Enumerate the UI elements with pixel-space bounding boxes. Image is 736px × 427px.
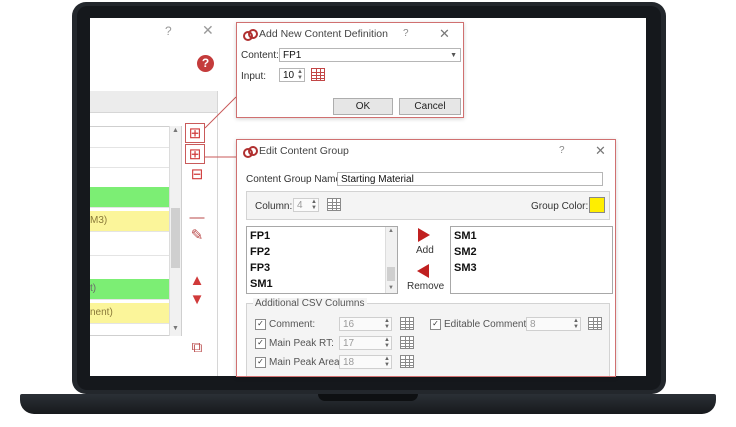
content-select[interactable]: FP1 ▼ <box>279 48 461 62</box>
table-picker-icon[interactable] <box>588 317 602 330</box>
spinner-arrows-icon[interactable]: ▲ ▼ <box>311 199 317 211</box>
table-picker-icon[interactable] <box>400 355 414 368</box>
scroll-down-icon[interactable]: ▼ <box>388 285 394 291</box>
comment-checkbox[interactable]: ✓ <box>255 319 266 330</box>
app-logo-icon <box>243 146 258 158</box>
input-stepper[interactable]: 10 ▲ ▼ <box>279 68 305 82</box>
table-picker-icon[interactable] <box>400 336 414 349</box>
list-item[interactable]: FP3 <box>250 262 270 274</box>
column-label: Column: <box>255 201 293 212</box>
input-label: Input: <box>241 71 267 82</box>
add-button-label[interactable]: Add <box>416 245 434 256</box>
group-color-label: Group Color: <box>531 201 589 212</box>
scroll-up-icon[interactable]: ▲ <box>388 228 394 234</box>
main-peak-area-stepper[interactable]: 18 ▲ ▼ <box>339 355 392 369</box>
callout-line-add <box>204 96 237 129</box>
main-peak-rt-checkbox[interactable]: ✓ <box>255 338 266 349</box>
editable-comment-checkbox[interactable]: ✓ <box>430 319 441 330</box>
main-peak-rt-stepper[interactable]: 17 ▲ ▼ <box>339 336 392 350</box>
main-peak-rt-value: 17 <box>343 338 355 349</box>
main-peak-rt-label: Main Peak RT: <box>269 338 334 349</box>
group-name-input[interactable]: Starting Material <box>337 172 603 186</box>
dialog-close-button[interactable]: ✕ <box>439 26 450 42</box>
group-contents-list[interactable]: SM1 SM2 SM3 <box>450 226 613 294</box>
main-peak-area-checkbox[interactable]: ✓ <box>255 357 266 368</box>
add-arrow-icon[interactable] <box>418 228 430 242</box>
list-item[interactable]: SM1 <box>454 230 477 242</box>
spinner-arrows-icon[interactable]: ▲ ▼ <box>297 69 303 81</box>
list-item[interactable]: FP2 <box>250 246 270 258</box>
editable-comment-value: 8 <box>530 319 536 330</box>
remove-button-label[interactable]: Remove <box>407 281 444 292</box>
app-logo-icon <box>243 29 258 41</box>
content-select-value: FP1 <box>283 50 302 61</box>
dialog-title: Edit Content Group <box>259 145 349 157</box>
list-item[interactable]: SM1 <box>250 278 273 290</box>
content-label: Content: <box>241 50 279 61</box>
editable-comment-label: Editable Comment: <box>444 319 530 330</box>
table-picker-icon[interactable] <box>400 317 414 330</box>
editable-comment-stepper[interactable]: 8 ▲ ▼ <box>526 317 581 331</box>
list-item[interactable]: SM2 <box>454 246 477 258</box>
spinner-arrows-icon[interactable]: ▲ ▼ <box>573 318 579 330</box>
table-picker-icon[interactable] <box>327 198 341 211</box>
comment-column-value: 16 <box>343 319 355 330</box>
remove-arrow-icon[interactable] <box>417 264 429 278</box>
csv-columns-section: Additional CSV Columns ✓ Comment: 16 ▲ ▼ … <box>246 298 610 376</box>
csv-section-label: Additional CSV Columns <box>253 298 367 309</box>
table-picker-icon[interactable] <box>311 68 325 81</box>
chevron-down-icon: ▼ <box>450 52 457 59</box>
comment-label: Comment: <box>269 319 316 330</box>
edit-content-group-dialog: Edit Content Group ? ✕ Content Group Nam… <box>236 139 616 377</box>
spinner-arrows-icon[interactable]: ▲ ▼ <box>384 356 390 368</box>
available-contents-list[interactable]: FP1 FP2 FP3 SM1 ▲ ▼ <box>246 226 398 294</box>
list-item[interactable]: SM3 <box>454 262 477 274</box>
main-peak-area-label: Main Peak Area: <box>269 357 343 368</box>
ok-button[interactable]: OK <box>333 98 393 115</box>
group-name-value: Starting Material <box>341 174 414 185</box>
list-scrollbar[interactable]: ▲ ▼ <box>385 227 397 293</box>
cancel-button[interactable]: Cancel <box>399 98 461 115</box>
group-name-label: Content Group Name: <box>246 174 344 185</box>
add-content-dialog: Add New Content Definition ? ✕ Content: … <box>236 22 464 118</box>
dialog-title: Add New Content Definition <box>259 28 388 40</box>
scrollbar-thumb[interactable] <box>387 267 395 281</box>
list-item[interactable]: FP1 <box>250 230 270 242</box>
comment-column-stepper[interactable]: 16 ▲ ▼ <box>339 317 392 331</box>
group-color-swatch[interactable] <box>589 197 605 213</box>
dialog-help-button[interactable]: ? <box>559 145 565 156</box>
column-color-section: Column: 4 ▲ ▼ Group Color: <box>246 191 610 220</box>
main-peak-area-value: 18 <box>343 357 355 368</box>
spinner-arrows-icon[interactable]: ▲ ▼ <box>384 318 390 330</box>
dialog-help-button[interactable]: ? <box>403 28 409 39</box>
dialog-close-button[interactable]: ✕ <box>595 143 606 159</box>
column-stepper[interactable]: 4 ▲ ▼ <box>293 198 319 212</box>
input-stepper-value: 10 <box>283 70 295 81</box>
spinner-arrows-icon[interactable]: ▲ ▼ <box>384 337 390 349</box>
column-stepper-value: 4 <box>297 200 303 211</box>
